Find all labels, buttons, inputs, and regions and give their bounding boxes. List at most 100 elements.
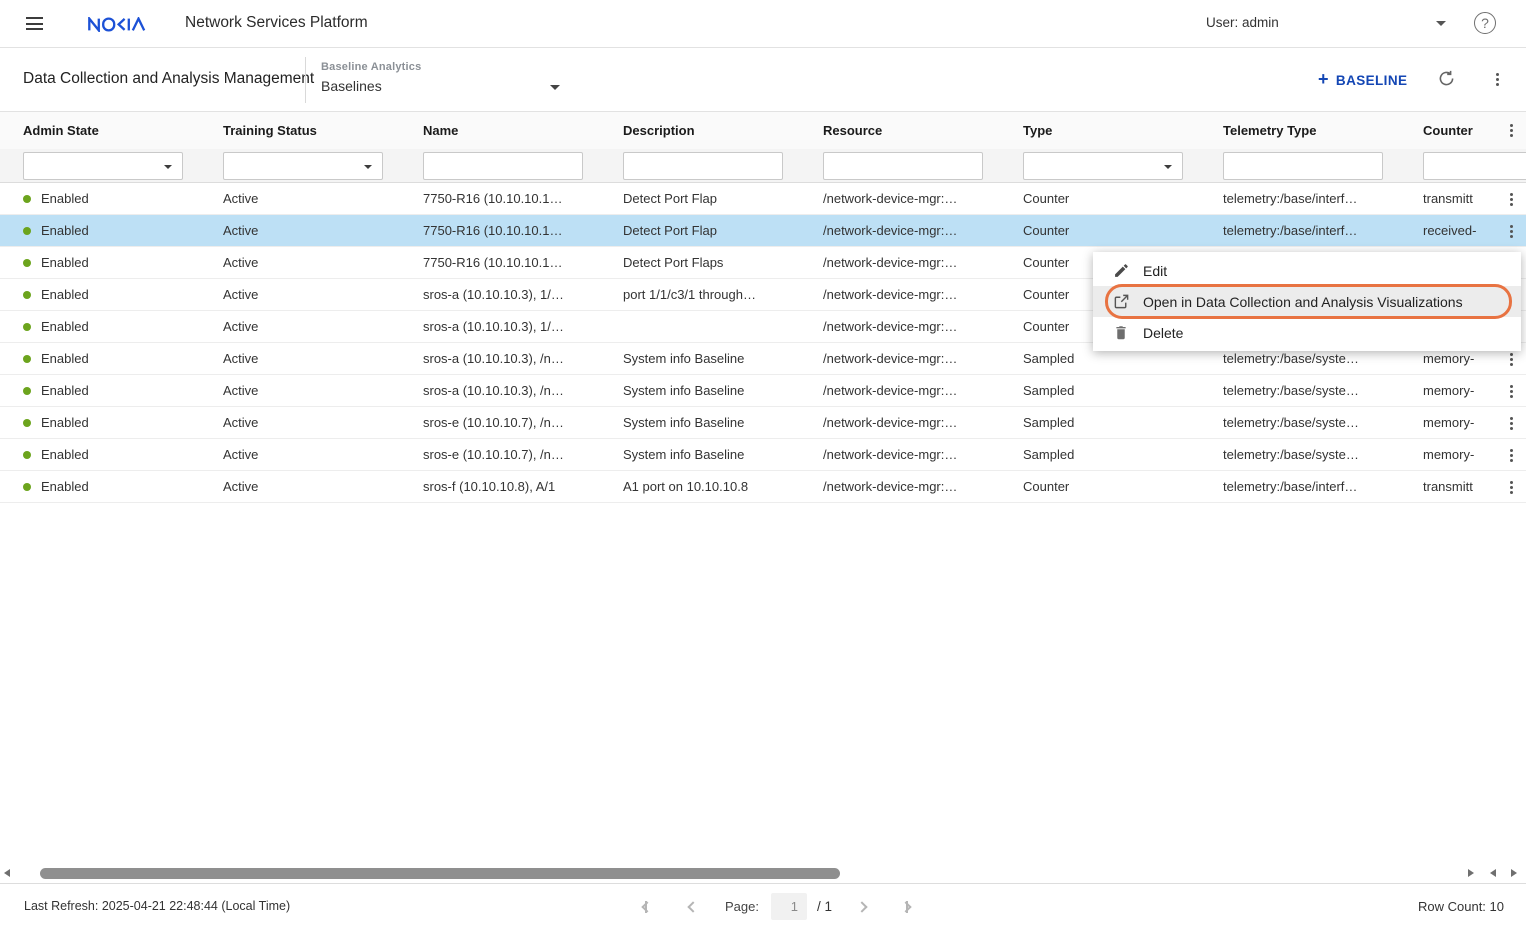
next-page-button[interactable] [858,903,866,911]
cell-training-status: Active [223,215,423,246]
table-row[interactable]: EnabledActive7750-R16 (10.10.10.1…Detect… [0,215,1526,247]
column-header-label: Type [1023,123,1052,138]
filter-description-input[interactable] [623,152,783,180]
cell-text: Active [223,191,258,206]
add-baseline-button[interactable]: BASELINE [1318,72,1407,88]
column-header-name[interactable]: Name [423,123,623,138]
column-header-description[interactable]: Description [623,123,823,138]
hamburger-menu-icon[interactable] [26,17,43,30]
filter-cell [423,152,623,180]
context-menu-item-edit[interactable]: Edit [1093,255,1521,286]
filter-counter-input[interactable] [1423,152,1526,180]
filter-training-status-select[interactable] [223,152,383,180]
cell-resource: /network-device-mgr:… [823,471,1023,502]
row-actions-kebab-icon[interactable] [1504,479,1518,496]
table-row[interactable]: EnabledActivesros-f (10.10.10.8), A/1A1 … [0,471,1526,503]
cell-text: Active [223,351,258,366]
column-header-training-status[interactable]: Training Status [223,123,423,138]
context-selector[interactable]: Baselines [321,78,382,94]
cell-resource: /network-device-mgr:… [823,215,1023,246]
filter-resource-input[interactable] [823,152,983,180]
cell-text: Counter [1023,191,1069,206]
page-number-input[interactable]: 1 [771,893,807,920]
table-row[interactable]: EnabledActivesros-e (10.10.10.7), /n…Sys… [0,439,1526,471]
cell-type: Sampled [1023,439,1223,470]
cell-type: Counter [1023,215,1223,246]
cell-training-status: Active [223,183,423,214]
filter-type-select[interactable] [1023,152,1183,180]
filter-telemetry-type-input[interactable] [1223,152,1383,180]
filter-cell [1223,152,1423,180]
table-row[interactable]: EnabledActive7750-R16 (10.10.10.1…Detect… [0,183,1526,215]
filter-name-input[interactable] [423,152,583,180]
trash-icon [1112,324,1130,342]
help-icon[interactable] [1474,12,1496,34]
scroll-left-icon[interactable] [4,869,10,877]
cell-text: sros-e (10.10.10.7), /n… [423,447,564,462]
cell-text: /network-device-mgr:… [823,255,957,270]
row-actions-kebab-icon[interactable] [1504,351,1518,368]
column-header-telemetry-type[interactable]: Telemetry Type [1223,123,1423,138]
filter-admin-state-select[interactable] [23,152,183,180]
row-actions-kebab-icon[interactable] [1504,383,1518,400]
add-baseline-label: BASELINE [1336,73,1407,88]
cell-text: Counter [1023,319,1069,334]
cell-resource: /network-device-mgr:… [823,375,1023,406]
pagination: Page: 1 / 1 [645,884,908,929]
context-selector-caret-icon[interactable] [550,85,560,95]
more-actions-kebab-icon[interactable] [1490,71,1504,88]
cell-text: Enabled [41,415,89,430]
cell-text: Enabled [41,287,89,302]
column-header-type[interactable]: Type [1023,123,1223,138]
scroll-right-icon[interactable] [1468,869,1474,877]
cell-training-status: Active [223,407,423,438]
cell-telemetry-type: telemetry:/base/interf… [1223,471,1423,502]
cell-description: System info Baseline [623,407,823,438]
context-menu-item-open-in-visualizations[interactable]: Open in Data Collection and Analysis Vis… [1093,286,1521,317]
column-header-label: Telemetry Type [1223,123,1316,138]
last-page-button[interactable] [902,901,908,913]
cell-text: System info Baseline [623,383,744,398]
cell-text: /network-device-mgr:… [823,479,957,494]
table-row[interactable]: EnabledActivesros-a (10.10.10.3), /n…Sys… [0,375,1526,407]
row-actions-kebab-icon[interactable] [1504,415,1518,432]
column-scroll-right-icon[interactable] [1511,869,1517,877]
context-menu-item-label: Delete [1143,325,1183,341]
first-page-button[interactable] [645,901,651,913]
cell-name: sros-a (10.10.10.3), 1/… [423,279,623,310]
column-header-resource[interactable]: Resource [823,123,1023,138]
cell-text: /network-device-mgr:… [823,319,957,334]
cell-resource: /network-device-mgr:… [823,247,1023,278]
cell-text: Active [223,415,258,430]
cell-text: telemetry:/base/syste… [1223,351,1359,366]
cell-training-status: Active [223,247,423,278]
context-menu-item-delete[interactable]: Delete [1093,317,1521,348]
cell-text: sros-a (10.10.10.3), 1/… [423,319,564,334]
cell-text: telemetry:/base/interf… [1223,191,1357,206]
table-row[interactable]: Enabled Active sros-e (10.10.10.7), /n…Sys… [0,407,1526,439]
cell-name: sros-e (10.10.10.7), /n… [423,407,623,438]
refresh-icon[interactable] [1437,69,1456,88]
user-menu[interactable]: User: admin [1206,15,1279,30]
cell-text: sros-a (10.10.10.3), /n… [423,351,564,366]
row-actions-kebab-icon[interactable] [1504,191,1518,208]
scrollbar-thumb[interactable] [40,868,840,879]
cell-type: Counter [1023,183,1223,214]
table-filter-row [0,149,1526,183]
cell-telemetry-type: telemetry:/base/syste… [1223,375,1423,406]
column-header-admin-state[interactable]: Admin State [23,123,223,138]
column-settings-kebab-icon[interactable] [1504,122,1518,139]
row-actions-kebab-icon[interactable] [1504,447,1518,464]
cell-text: memory- [1423,383,1474,398]
user-menu-caret-icon[interactable] [1436,21,1446,31]
row-actions-kebab-icon[interactable] [1504,223,1518,240]
cell-text: Enabled [41,351,89,366]
cell-resource: /network-device-mgr:… [823,183,1023,214]
cell-text: Sampled [1023,415,1074,430]
previous-page-button[interactable] [689,903,697,911]
cell-training-status: Active [223,311,423,342]
cell-description: System info Baseline [623,375,823,406]
column-scroll-left-icon[interactable] [1490,869,1496,877]
cell-admin-state: Enabled [23,279,223,310]
page-total: / 1 [817,899,832,914]
